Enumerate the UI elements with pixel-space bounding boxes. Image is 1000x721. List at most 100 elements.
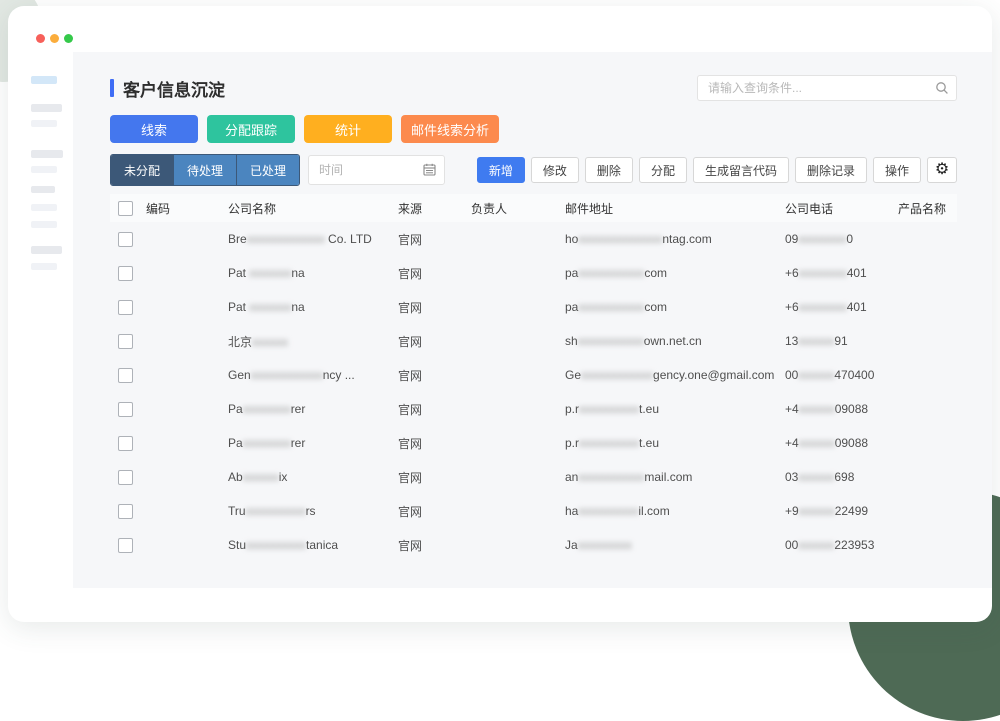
row-checkbox[interactable] (118, 504, 133, 519)
sidebar-item-skeleton (31, 204, 57, 211)
nav-button-4[interactable]: 邮件线索分析 (401, 115, 499, 143)
row-checkbox[interactable] (118, 300, 133, 315)
column-header-product: 产品名称 (898, 194, 957, 222)
column-header-email: 邮件地址 (565, 194, 785, 222)
sidebar-item-active-skeleton[interactable] (31, 76, 57, 84)
settings-gear-icon[interactable]: ⚙ (927, 157, 957, 183)
cell-product (898, 358, 957, 392)
row-checkbox[interactable] (118, 436, 133, 451)
date-picker (308, 155, 445, 185)
cell-phone: +4xxxxxx09088 (785, 426, 898, 460)
action-button-7[interactable]: 操作 (873, 157, 921, 183)
cell-source: 官网 (398, 460, 471, 494)
cell-owner (471, 222, 565, 256)
row-checkbox[interactable] (118, 538, 133, 553)
row-checkbox[interactable] (118, 266, 133, 281)
row-checkbox[interactable] (118, 232, 133, 247)
cell-owner (471, 460, 565, 494)
cell-company: Pat xxxxxxxna (228, 256, 398, 290)
table-row: Genxxxxxxxxxxxxncy ...官网Gexxxxxxxxxxxxge… (110, 358, 957, 392)
filter-tab-2[interactable]: 待处理 (174, 155, 237, 185)
row-checkbox[interactable] (118, 368, 133, 383)
action-button-group: 新增修改删除分配生成留言代码删除记录操作 ⚙ (477, 157, 957, 183)
cell-source: 官网 (398, 290, 471, 324)
title-accent-bar (110, 79, 114, 97)
cell-source: 官网 (398, 494, 471, 528)
column-header-owner: 负责人 (471, 194, 565, 222)
sidebar-item-skeleton (31, 186, 55, 193)
close-button[interactable] (36, 34, 45, 43)
nav-button-1[interactable]: 线索 (110, 115, 198, 143)
table-row: Brexxxxxxxxxxxxx Co. LTD官网hoxxxxxxxxxxxx… (110, 222, 957, 256)
filter-tab-1[interactable]: 未分配 (111, 155, 174, 185)
row-checkbox[interactable] (118, 470, 133, 485)
cell-phone: 00xxxxxx470400 (785, 358, 898, 392)
action-button-5[interactable]: 生成留言代码 (693, 157, 789, 183)
row-checkbox[interactable] (118, 334, 133, 349)
action-button-1[interactable]: 新增 (477, 157, 525, 183)
filter-tab-3[interactable]: 已处理 (237, 155, 299, 185)
minimize-button[interactable] (50, 34, 59, 43)
cell-email: p.rxxxxxxxxxxt.eu (565, 392, 785, 426)
cell-email: shxxxxxxxxxxxown.net.cn (565, 324, 785, 358)
cell-product (898, 460, 957, 494)
table-row: Stuxxxxxxxxxxtanica官网Jaxxxxxxxxx00xxxxxx… (110, 528, 957, 562)
action-button-3[interactable]: 删除 (585, 157, 633, 183)
table-row: Pat xxxxxxxna官网 paxxxxxxxxxxxcom+6xxxxxxx… (110, 256, 957, 290)
cell-source: 官网 (398, 256, 471, 290)
cell-owner (471, 494, 565, 528)
main-content: 客户信息沉淀 线索分配跟踪统计邮件线索分析 未分配待处理已处理 (73, 52, 992, 588)
cell-company: 北京xxxxxx (228, 324, 398, 358)
toolbar: 未分配待处理已处理 新 (110, 154, 957, 186)
cell-email: paxxxxxxxxxxxcom (565, 290, 785, 324)
action-button-4[interactable]: 分配 (639, 157, 687, 183)
cell-company: Truxxxxxxxxxxrs (228, 494, 398, 528)
cell-code (146, 256, 228, 290)
cell-phone: +6xxxxxxxx401 (785, 256, 898, 290)
cell-company: Abxxxxxxix (228, 460, 398, 494)
cell-email: hoxxxxxxxxxxxxxxntag.com (565, 222, 785, 256)
cell-owner (471, 426, 565, 460)
table-row: 北京xxxxxx官网 shxxxxxxxxxxxown.net.cn13xxxxx… (110, 324, 957, 358)
column-header-source: 来源 (398, 194, 471, 222)
action-button-6[interactable]: 删除记录 (795, 157, 867, 183)
cell-product (898, 222, 957, 256)
sidebar-item-skeleton (31, 263, 57, 270)
column-header-code: 编码 (146, 194, 228, 222)
search-icon[interactable] (935, 81, 949, 100)
cell-code (146, 460, 228, 494)
cell-owner (471, 256, 565, 290)
cell-product (898, 290, 957, 324)
cell-phone: 13xxxxxx91 (785, 324, 898, 358)
cell-phone: +6xxxxxxxx401 (785, 290, 898, 324)
cell-product (898, 392, 957, 426)
nav-button-3[interactable]: 统计 (304, 115, 392, 143)
maximize-button[interactable] (64, 34, 73, 43)
select-all-checkbox[interactable] (118, 201, 133, 216)
page-title: 客户信息沉淀 (110, 76, 225, 101)
cell-phone: 03xxxxxx698 (785, 460, 898, 494)
cell-code (146, 528, 228, 562)
table-row: Pat xxxxxxxna官网 paxxxxxxxxxxxcom+6xxxxxxx… (110, 290, 957, 324)
search-input[interactable] (697, 75, 957, 101)
cell-phone: 00xxxxxx223953 (785, 528, 898, 562)
cell-phone: +9xxxxxx22499 (785, 494, 898, 528)
row-checkbox[interactable] (118, 402, 133, 417)
window-controls (36, 34, 73, 43)
cell-company: Pat xxxxxxxna (228, 290, 398, 324)
app-window: 客户信息沉淀 线索分配跟踪统计邮件线索分析 未分配待处理已处理 (8, 6, 992, 622)
cell-owner (471, 290, 565, 324)
action-button-2[interactable]: 修改 (531, 157, 579, 183)
nav-button-2[interactable]: 分配跟踪 (207, 115, 295, 143)
cell-code (146, 392, 228, 426)
filter-tab-group: 未分配待处理已处理 (110, 154, 300, 186)
sidebar-item-skeleton (31, 246, 62, 254)
cell-email: haxxxxxxxxxxil.com (565, 494, 785, 528)
table-row: Paxxxxxxxxrer官网p.rxxxxxxxxxxt.eu+4xxxxxx… (110, 426, 957, 460)
cell-email: paxxxxxxxxxxxcom (565, 256, 785, 290)
cell-company: Genxxxxxxxxxxxxncy ... (228, 358, 398, 392)
cell-source: 官网 (398, 324, 471, 358)
search-box (697, 75, 957, 101)
calendar-icon[interactable] (423, 163, 436, 181)
cell-company: Brexxxxxxxxxxxxx Co. LTD (228, 222, 398, 256)
